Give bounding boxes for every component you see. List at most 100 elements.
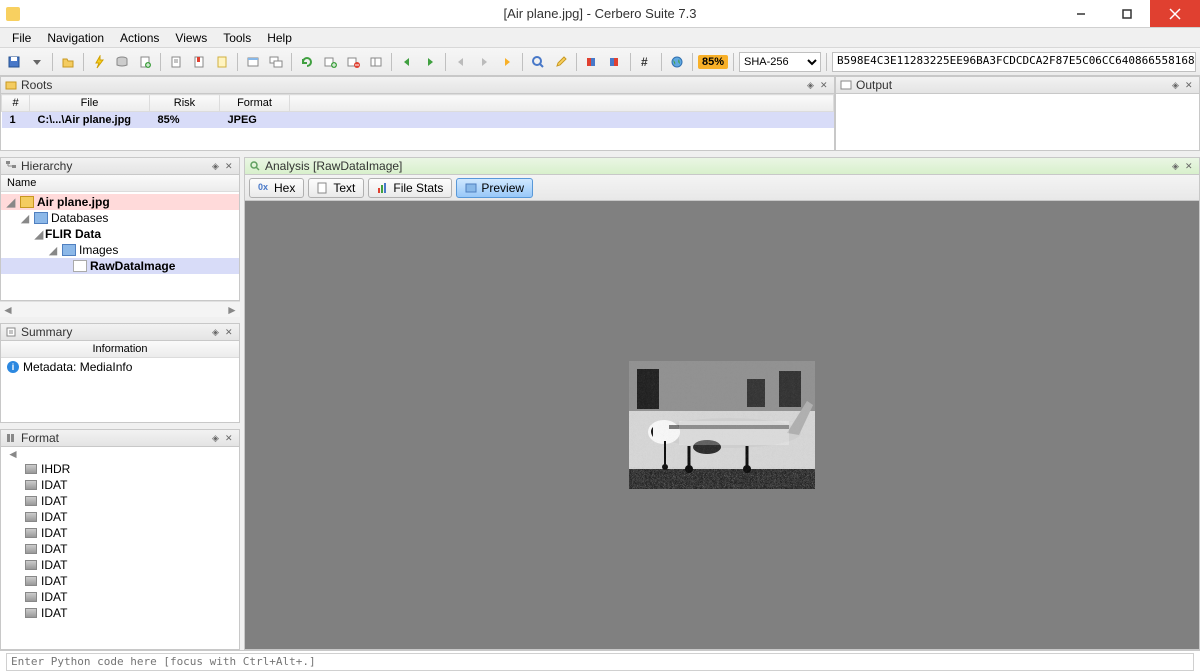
format-item[interactable]: IHDR xyxy=(1,461,239,477)
flag-red-icon[interactable] xyxy=(582,52,602,72)
tab-text[interactable]: Text xyxy=(308,178,364,198)
summary-column[interactable]: Information xyxy=(1,341,239,358)
pin-icon[interactable]: ◈ xyxy=(1172,80,1182,90)
bookmark-icon[interactable] xyxy=(189,52,209,72)
refresh-icon[interactable] xyxy=(297,52,317,72)
remove-panel-icon[interactable] xyxy=(343,52,363,72)
link-back-icon[interactable] xyxy=(451,52,471,72)
menu-navigation[interactable]: Navigation xyxy=(39,29,112,47)
add-panel-icon[interactable] xyxy=(320,52,340,72)
expander-icon[interactable]: ◢ xyxy=(33,228,45,241)
close-icon[interactable]: ✕ xyxy=(225,327,235,337)
analysis-header[interactable]: Analysis [RawDataImage] ◈✕ xyxy=(244,157,1200,175)
menu-help[interactable]: Help xyxy=(259,29,300,47)
save-icon[interactable] xyxy=(4,52,24,72)
format-item[interactable]: IDAT xyxy=(1,493,239,509)
close-icon[interactable]: ✕ xyxy=(1185,161,1195,171)
summary-title: Summary xyxy=(21,325,72,339)
menu-views[interactable]: Views xyxy=(167,29,215,47)
format-item[interactable]: IDAT xyxy=(1,589,239,605)
edit-icon[interactable] xyxy=(551,52,571,72)
dropdown-icon[interactable] xyxy=(27,52,47,72)
tree-flir[interactable]: ◢FLIR Data xyxy=(1,226,239,242)
close-icon[interactable]: ✕ xyxy=(1185,80,1195,90)
col-file[interactable]: File xyxy=(30,95,150,112)
pin-icon[interactable]: ◈ xyxy=(212,433,222,443)
hierarchy-header[interactable]: Hierarchy ◈✕ xyxy=(0,157,240,175)
collapse-icon[interactable]: ◄ xyxy=(1,447,239,461)
layout-icon[interactable] xyxy=(366,52,386,72)
separator xyxy=(692,53,693,71)
table-row[interactable]: 1 C:\...\Air plane.jpg 85% JPEG xyxy=(2,112,834,129)
python-console-input[interactable] xyxy=(6,653,1194,671)
scroll-right-icon[interactable]: ► xyxy=(224,303,240,317)
menu-actions[interactable]: Actions xyxy=(112,29,167,47)
separator xyxy=(630,53,631,71)
hash-icon[interactable]: # xyxy=(636,52,656,72)
menu-tools[interactable]: Tools xyxy=(215,29,259,47)
expander-icon[interactable]: ◢ xyxy=(47,244,59,257)
close-icon[interactable]: ✕ xyxy=(820,80,830,90)
format-item[interactable]: IDAT xyxy=(1,557,239,573)
hierarchy-column[interactable]: Name xyxy=(1,175,239,192)
globe-icon[interactable] xyxy=(667,52,687,72)
output-header[interactable]: Output ◈✕ xyxy=(835,76,1200,94)
close-button[interactable] xyxy=(1150,0,1200,27)
tab-hex[interactable]: 0xHex xyxy=(249,178,304,198)
pin-icon[interactable]: ◈ xyxy=(807,80,817,90)
hierarchy-scrollbar[interactable]: ◄► xyxy=(0,301,240,317)
hash-value-field[interactable]: B598E4C3E11283225EE96BA3FCDCDCA2F87E5C06… xyxy=(832,52,1196,72)
summary-panel: Summary ◈✕ Information iMetadata: MediaI… xyxy=(0,323,240,423)
separator xyxy=(445,53,446,71)
tab-stats[interactable]: File Stats xyxy=(368,178,452,198)
format-item[interactable]: IDAT xyxy=(1,477,239,493)
format-item[interactable]: IDAT xyxy=(1,509,239,525)
col-format[interactable]: Format xyxy=(220,95,290,112)
pin-icon[interactable]: ◈ xyxy=(212,327,222,337)
flash-icon[interactable] xyxy=(89,52,109,72)
search-icon[interactable] xyxy=(528,52,548,72)
close-icon[interactable]: ✕ xyxy=(225,433,235,443)
link-fwd-icon[interactable] xyxy=(474,52,494,72)
maximize-button[interactable] xyxy=(1104,0,1150,27)
hash-algorithm-select[interactable]: SHA-256 xyxy=(739,52,821,72)
back-icon[interactable] xyxy=(397,52,417,72)
jump-icon[interactable] xyxy=(497,52,517,72)
pin-icon[interactable]: ◈ xyxy=(212,161,222,171)
col-risk[interactable]: Risk xyxy=(150,95,220,112)
roots-header[interactable]: Roots ◈✕ xyxy=(0,76,835,94)
expander-icon[interactable]: ◢ xyxy=(19,212,31,225)
output-body[interactable] xyxy=(835,94,1200,151)
pin-icon[interactable]: ◈ xyxy=(1172,161,1182,171)
summary-header[interactable]: Summary ◈✕ xyxy=(0,323,240,341)
item-label: IDAT xyxy=(41,526,67,540)
window-icon[interactable] xyxy=(243,52,263,72)
summary-item[interactable]: iMetadata: MediaInfo xyxy=(1,358,239,376)
tree-images[interactable]: ◢Images xyxy=(1,242,239,258)
format-item[interactable]: IDAT xyxy=(1,541,239,557)
col-num[interactable]: # xyxy=(2,95,30,112)
forward-icon[interactable] xyxy=(420,52,440,72)
format-item[interactable]: IDAT xyxy=(1,525,239,541)
expander-icon[interactable]: ◢ xyxy=(5,196,17,209)
minimize-button[interactable] xyxy=(1058,0,1104,27)
note-icon[interactable] xyxy=(212,52,232,72)
close-icon[interactable]: ✕ xyxy=(225,161,235,171)
tab-preview[interactable]: Preview xyxy=(456,178,533,198)
report-icon[interactable] xyxy=(166,52,186,72)
format-item[interactable]: IDAT xyxy=(1,573,239,589)
open-icon[interactable] xyxy=(58,52,78,72)
menu-file[interactable]: File xyxy=(4,29,39,47)
db-icon[interactable] xyxy=(112,52,132,72)
item-label: IHDR xyxy=(41,462,70,476)
windows-icon[interactable] xyxy=(266,52,286,72)
format-item[interactable]: IDAT xyxy=(1,605,239,621)
tree-root[interactable]: ◢Air plane.jpg xyxy=(1,194,239,210)
format-header[interactable]: Format ◈✕ xyxy=(0,429,240,447)
tree-databases[interactable]: ◢Databases xyxy=(1,210,239,226)
preview-canvas[interactable] xyxy=(244,201,1200,650)
doc-plus-icon[interactable] xyxy=(135,52,155,72)
tree-rawdataimage[interactable]: RawDataImage xyxy=(1,258,239,274)
scroll-left-icon[interactable]: ◄ xyxy=(0,303,16,317)
flag-blue-icon[interactable] xyxy=(605,52,625,72)
